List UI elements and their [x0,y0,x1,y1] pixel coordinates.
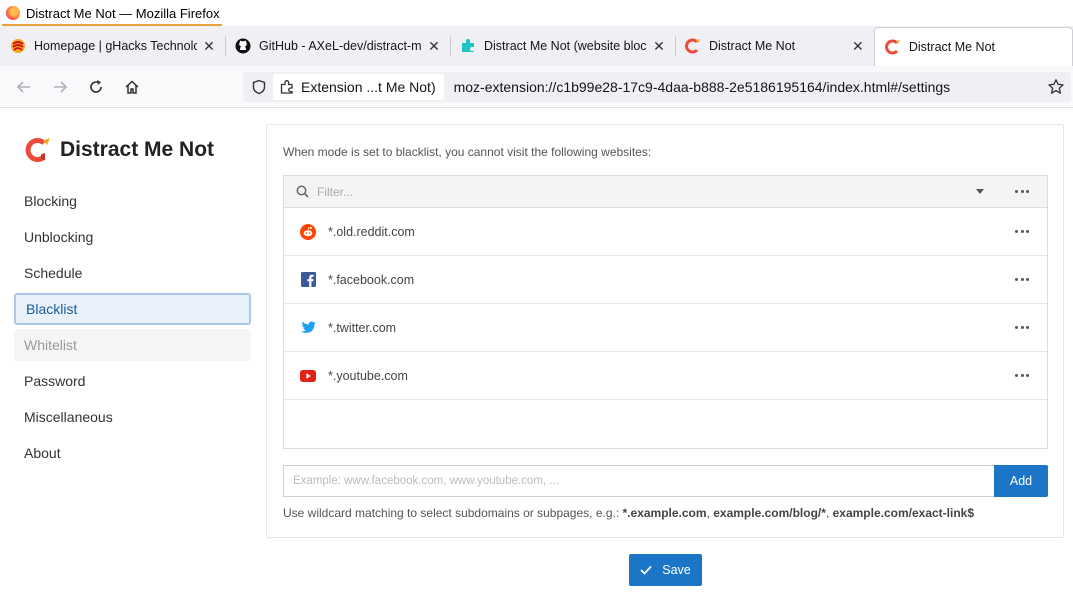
tab-label: GitHub - AXeL-dev/distract-me [259,39,422,53]
tab-distract-me-not-active[interactable]: Distract Me Not [873,27,1073,66]
add-button[interactable]: Add [994,465,1048,497]
github-icon [235,38,251,54]
sidebar-item-about[interactable]: About [14,437,251,469]
save-label: Save [662,563,691,577]
close-icon[interactable]: ✕ [651,38,667,54]
hint-example: example.com/exact-link$ [832,506,975,520]
app-title: Distract Me Not [60,138,215,161]
tab-label: Homepage | gHacks Technolog [34,39,197,53]
magnet-logo-icon [25,138,50,162]
home-icon [125,79,139,94]
blacklist-settings-card: When mode is set to blacklist, you canno… [266,124,1064,538]
app-brand: Distract Me Not [24,137,214,163]
sidebar-menu: Blocking Unblocking Schedule Blacklist W… [14,185,251,473]
reload-icon [90,79,102,93]
extension-identity-chip[interactable]: Extension ...t Me Not) [273,74,444,100]
tab-addon-page[interactable]: Distract Me Not (website blocke ✕ [450,26,675,66]
youtube-icon [300,368,316,384]
url-text[interactable]: moz-extension://c1b99e28-17c9-4daa-b888-… [454,79,1041,95]
hint-example: example.com/blog/* [713,506,826,520]
close-icon[interactable]: ✕ [426,38,442,54]
tab-label: Distract Me Not [908,40,996,54]
wildcard-hint: Use wildcard matching to select subdomai… [283,506,974,520]
forward-button[interactable] [46,73,74,101]
magnet-icon [685,38,701,54]
search-icon [296,185,309,198]
table-row: *.facebook.com [284,256,1047,304]
sidebar-item-miscellaneous[interactable]: Miscellaneous [14,401,251,433]
url-bar[interactable]: Extension ...t Me Not) moz-extension://c… [243,72,1071,102]
arrow-left-icon [16,80,30,93]
save-button[interactable]: Save [629,554,702,586]
row-options-icon[interactable] [1015,374,1029,377]
sidebar-item-unblocking[interactable]: Unblocking [14,221,251,253]
hint-separator: , [825,506,833,520]
tab-github[interactable]: GitHub - AXeL-dev/distract-me ✕ [225,26,450,66]
row-options-icon[interactable] [1015,326,1029,329]
puzzle-icon [460,38,476,54]
sidebar-item-blacklist[interactable]: Blacklist [14,293,251,325]
tab-strip: Homepage | gHacks Technolog ✕ GitHub - A… [0,26,1073,66]
filter-dropdown-caret-icon[interactable] [975,189,985,194]
reload-button[interactable] [82,73,110,101]
window-titlebar: Distract Me Not — Mozilla Firefox [0,0,1073,26]
add-site-input[interactable]: Example: www.facebook.com, www.youtube.c… [283,465,994,497]
tab-ghacks[interactable]: Homepage | gHacks Technolog ✕ [0,26,225,66]
navigation-bar: Extension ...t Me Not) moz-extension://c… [0,66,1073,108]
site-pattern: *.youtube.com [328,368,408,383]
close-icon[interactable]: ✕ [201,38,217,54]
magnet-icon [884,39,901,55]
home-button[interactable] [118,73,146,101]
window-title: Distract Me Not — Mozilla Firefox [26,5,220,21]
arrow-right-icon [54,80,68,93]
puzzle-outline-icon [280,80,293,94]
hint-example: *.example.com [622,506,707,520]
twitter-icon [300,320,316,336]
add-site-row: Example: www.facebook.com, www.youtube.c… [283,465,1048,497]
blacklist-description: When mode is set to blacklist, you canno… [283,145,652,159]
ghacks-icon [10,38,26,54]
sidebar-item-whitelist[interactable]: Whitelist [14,329,251,361]
reddit-icon [300,223,316,240]
close-icon[interactable]: ✕ [850,38,866,54]
row-options-icon[interactable] [1015,278,1029,281]
site-pattern: *.facebook.com [328,272,415,287]
table-row: *.twitter.com [284,304,1047,352]
site-pattern: *.old.reddit.com [328,224,415,239]
bookmark-star-icon[interactable] [1041,72,1071,102]
tab-label: Distract Me Not [709,39,796,53]
hint-text: Use wildcard matching to select subdomai… [283,506,623,520]
checkmark-icon [640,565,652,575]
filter-row: Filter... [284,176,1047,208]
filter-input[interactable]: Filter... [317,185,975,199]
tab-label: Distract Me Not (website blocke [484,39,647,53]
site-pattern: *.twitter.com [328,320,397,335]
table-row: *.youtube.com [284,352,1047,400]
row-options-icon[interactable] [1015,230,1029,233]
sidebar-item-password[interactable]: Password [14,365,251,397]
tab-distract-me-not[interactable]: Distract Me Not ✕ [675,26,874,66]
extension-chip-label: Extension ...t Me Not) [301,79,436,95]
table-row: *.old.reddit.com [284,208,1047,256]
sidebar-item-schedule[interactable]: Schedule [14,257,251,289]
back-button[interactable] [10,73,38,101]
shield-icon[interactable] [245,72,273,102]
more-options-icon[interactable] [1015,190,1029,193]
sidebar-item-blocking[interactable]: Blocking [14,185,251,217]
blacklist-table: Filter... *.old.reddit.com *.facebook.co… [283,175,1048,449]
firefox-logo-icon [6,6,20,20]
facebook-icon [300,272,316,288]
